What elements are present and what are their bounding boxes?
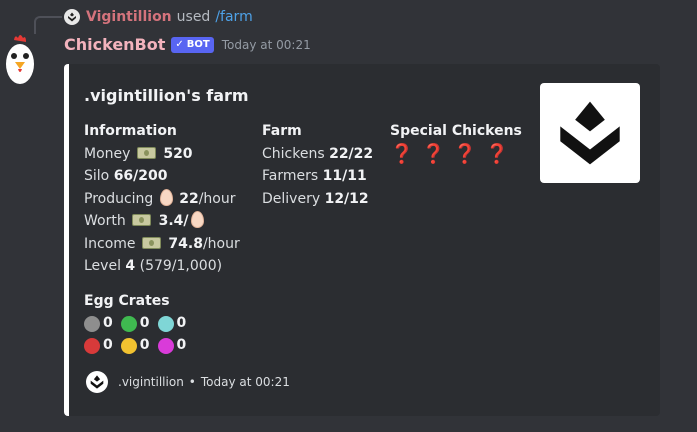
chicken-avatar-icon (6, 35, 34, 84)
question-mark-icon: ❓ (453, 142, 478, 165)
income-value: 74.8 (168, 235, 203, 252)
crate-count: 0 (103, 337, 113, 354)
dragon-logo-icon (560, 101, 620, 165)
footer-timestamp: Today at 00:21 (200, 375, 290, 389)
question-mark-icon: ❓ (390, 142, 414, 165)
egg-crates-field: Egg Crates 0 0 0 0 0 0 (84, 290, 194, 357)
question-mark-icon: ❓ (421, 142, 446, 165)
gray-crate-icon (84, 315, 100, 332)
reply-user-avatar[interactable] (64, 9, 80, 25)
dragon-logo-icon (68, 12, 76, 22)
level-value: 4 (125, 258, 136, 274)
chickens-value: 22/22 (329, 145, 374, 162)
silo-value: 66/200 (113, 168, 168, 184)
message-timestamp[interactable]: Today at 00:21 (222, 38, 311, 52)
bot-badge-label: BOT (186, 39, 210, 50)
cash-icon (132, 214, 152, 226)
worth-value: 3.4/ (158, 213, 189, 229)
message-header: ChickenBot ✓ BOT Today at 00:21 (64, 35, 311, 54)
special-chickens-field: Special Chickens ❓ ❓ ❓ ❓ (390, 120, 522, 167)
footer-avatar (86, 371, 108, 393)
farmers-label: Farmers (262, 168, 319, 184)
delivery-line: Delivery 12/12 (262, 188, 373, 211)
information-field: Information Money 520 Silo 66/200 Produc… (84, 120, 240, 278)
crate-count: 0 (176, 315, 187, 332)
cash-icon (141, 236, 161, 249)
producing-line: Producing 22/hour (84, 188, 240, 211)
crate-count: 0 (176, 337, 187, 354)
footer-separator: • (188, 375, 196, 389)
egg-crates-field-title: Egg Crates (84, 293, 170, 309)
income-label: Income (84, 235, 136, 252)
red-crate-icon (84, 337, 100, 354)
worth-label: Worth (84, 213, 126, 229)
farm-field: Farm Chickens 22/22 Farmers 11/11 Delive… (262, 120, 373, 210)
special-chickens-slots: ❓ ❓ ❓ ❓ (390, 143, 522, 168)
embed-title: .vigintillion's farm (84, 86, 249, 105)
cash-icon (136, 146, 156, 159)
delivery-label: Delivery (262, 190, 321, 207)
farmers-value: 11/11 (322, 168, 367, 184)
information-field-title: Information (84, 123, 177, 139)
income-line: Income 74.8/hour (84, 233, 240, 256)
level-label: Level (84, 258, 121, 274)
egg-icon (159, 188, 173, 206)
level-line: Level 4 (579/1,000) (84, 255, 240, 278)
reply-used-text: used (176, 9, 211, 25)
question-mark-icon: ❓ (485, 142, 509, 165)
egg-icon (190, 211, 204, 228)
reply-reference[interactable]: Vigintillion used /farm (64, 6, 253, 28)
producing-unit: /hour (198, 190, 236, 207)
verified-check-icon: ✓ (175, 39, 184, 50)
money-label: Money (84, 145, 131, 162)
yellow-crate-icon (120, 337, 137, 354)
money-line: Money 520 (84, 143, 240, 166)
delivery-value: 12/12 (324, 190, 369, 207)
teal-crate-icon (157, 315, 174, 332)
crate-count: 0 (139, 337, 150, 354)
crate-count: 0 (103, 315, 113, 332)
crate-row: 0 0 0 (84, 335, 194, 357)
farmers-line: Farmers 11/11 (262, 165, 373, 188)
footer-author: .vigintillion (118, 375, 184, 389)
worth-line: Worth 3.4/ (84, 210, 240, 233)
dragon-logo-icon (90, 375, 104, 389)
magenta-crate-icon (157, 337, 174, 354)
income-unit: /hour (202, 235, 240, 252)
crate-count: 0 (139, 315, 150, 332)
reply-username[interactable]: Vigintillion (86, 9, 172, 25)
embed-thumbnail[interactable] (540, 83, 640, 183)
green-crate-icon (120, 315, 137, 332)
crate-row: 0 0 0 (84, 313, 194, 335)
farm-field-title: Farm (262, 123, 302, 139)
chickens-line: Chickens 22/22 (262, 143, 373, 166)
bot-avatar[interactable] (0, 32, 40, 88)
level-progress: (579/1,000) (139, 258, 223, 274)
silo-line: Silo 66/200 (84, 165, 240, 188)
producing-value: 22 (179, 190, 199, 207)
embed-footer: .vigintillion • Today at 00:21 (86, 371, 290, 393)
bot-badge: ✓ BOT (171, 36, 214, 53)
silo-label: Silo (84, 168, 110, 184)
farm-embed: .vigintillion's farm Information Money 5… (64, 64, 660, 416)
bot-name[interactable]: ChickenBot (64, 35, 165, 54)
special-chickens-field-title: Special Chickens (390, 123, 522, 139)
chickens-label: Chickens (262, 145, 325, 162)
money-value: 520 (163, 145, 193, 162)
producing-label: Producing (84, 190, 154, 207)
reply-command[interactable]: /farm (215, 9, 252, 25)
